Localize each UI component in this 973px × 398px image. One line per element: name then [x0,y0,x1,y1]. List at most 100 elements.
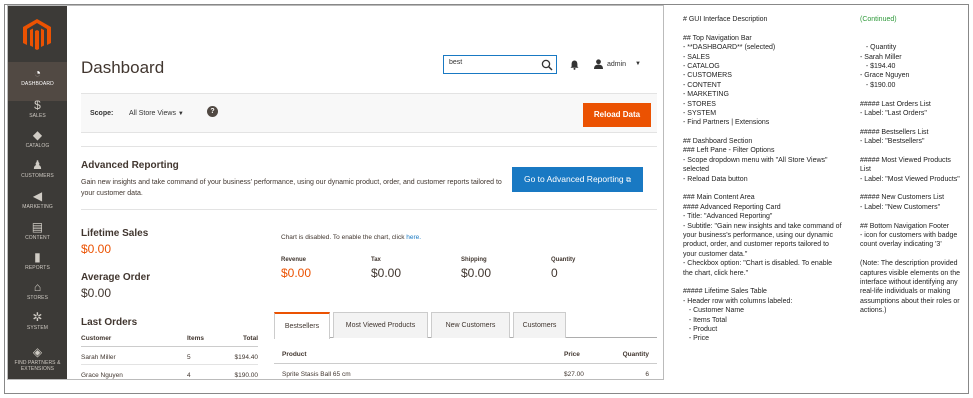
divider [81,146,657,147]
sidebar-item-label: DASHBOARD [21,81,54,87]
description-line [860,212,968,221]
sidebar-item-label: SALES [29,113,46,119]
storefront-icon: ⌂ [33,280,42,294]
description-line [860,24,968,33]
description-line: List [860,166,871,174]
total-value: 0 [551,266,558,280]
scope-bar: Scope: All Store Views ▼ ? Reload Data [81,93,657,133]
bestsellers-table: Product Price Quantity Sprite Stasis Bal… [274,346,657,379]
description-line: - Quantity [860,44,897,52]
admin-app-window: ◔ DASHBOARD $ SALES ◆ CATALOG ♟ CUSTOMERS ◀ MARKE… [7,5,664,380]
megaphone-icon: ◀ [32,189,43,203]
description-line: # GUI Interface Description [683,16,768,23]
description-line: - Find Partners | Extensions [683,119,770,127]
description-line: selected [683,166,710,174]
scope-label: Scope: [90,110,114,117]
description-line [683,184,855,193]
description-line [683,24,855,33]
box-icon: ◈ [32,345,43,359]
user-icon[interactable] [594,59,603,69]
sidebar-item-label: FIND PARTNERS & EXTENSIONS [14,360,61,372]
dollar-icon: $ [34,98,41,112]
table-row[interactable]: Grace Nguyen 4 $190.00 [81,365,258,379]
bar-chart-icon: ▮ [34,250,41,264]
total-label: Tax [371,257,381,263]
description-line [683,128,855,137]
tab-new-customers[interactable]: New Customers [431,312,510,338]
sidebar-item-system[interactable]: ✲ SYSTEM [8,306,67,345]
order-items: 5 [187,354,191,361]
description-line: - CONTENT [683,81,722,89]
description-line: (Note: The description provided [860,260,958,268]
description-line: - SYSTEM [683,109,717,117]
notifications-bell-icon[interactable] [570,60,579,70]
layout-icon: ▤ [31,220,44,234]
average-order-title: Average Order [81,272,151,283]
chevron-down-icon: ▼ [177,111,184,117]
column-header: Customer [81,335,112,342]
search-icon[interactable] [541,59,553,71]
average-order-value: $0.00 [81,286,112,300]
product-quantity: 6 [645,371,649,378]
sidebar-item-find-partners-extensions[interactable]: ◈ FIND PARTNERS & EXTENSIONS [8,341,67,379]
description-line: - $190.00 [860,81,896,89]
tab-bestsellers[interactable]: Bestsellers [274,312,330,339]
description-line: assumptions about their roles or [860,297,960,305]
description-line: your business's performance, using our d… [683,231,833,239]
total-quantity: Quantity 0 [551,257,575,280]
description-line [860,146,968,155]
cube-icon: ◆ [32,128,43,142]
description-line: - icon for customers with badge [860,231,958,239]
description-line: - Scope dropdown menu with "All Store Vi… [683,156,828,164]
global-search-box[interactable] [443,55,557,74]
screenshot-frame: ◔ DASHBOARD $ SALES ◆ CATALOG ♟ CUSTOMERS ◀ MARKE… [0,0,973,398]
tab-most-viewed-products[interactable]: Most Viewed Products [333,312,428,338]
table-row[interactable]: Sarah Miller 5 $194.40 [81,347,258,365]
total-shipping: Shipping $0.00 [461,257,491,280]
description-line: ## Bottom Navigation Footer [860,222,950,230]
table-header-row: Product Price Quantity [274,346,657,364]
description-line: - CUSTOMERS [683,72,732,80]
column-header: Total [242,335,258,342]
total-value: $0.00 [281,266,312,280]
description-line: your customer data." [683,250,748,258]
order-items: 4 [187,372,191,379]
last-orders-title: Last Orders [81,317,138,328]
chart-note-text: Chart is disabled. To enable the chart, … [281,234,407,241]
total-label: Revenue [281,257,307,263]
total-label: Quantity [551,257,576,263]
description-line [860,34,968,43]
search-input[interactable] [449,59,533,66]
table-row[interactable]: Sprite Stasis Ball 65 cm $27.00 6 [274,364,657,379]
reload-data-button[interactable]: Reload Data [583,103,651,127]
last-orders-table: Customer Items Total Sarah Miller 5 $194… [81,333,258,379]
magento-logo-icon[interactable] [22,18,52,52]
advanced-reporting-button[interactable]: Go to Advanced Reporting ⧉ [512,167,643,192]
order-total: $194.40 [234,354,259,361]
dashboard-gauge-icon: ◔ [33,66,42,80]
column-header: Quantity [622,351,649,358]
enable-chart-link[interactable]: here. [406,234,421,241]
sidebar-item-label: CATALOG [25,143,50,149]
description-line: (Continued) [860,16,897,23]
description-line: - Customer Name [683,307,745,315]
external-link-icon: ⧉ [626,177,632,184]
tab-customers[interactable]: Customers [513,312,566,338]
dashboard-tabs: Bestsellers Most Viewed Products New Cus… [274,312,657,339]
description-column-1: # GUI Interface Description ## Top Naviga… [683,15,855,344]
description-line: real-life individuals or making [860,288,951,296]
description-line: count overlay indicating '3' [860,241,942,249]
description-line: actions.) [860,307,887,315]
sidebar: ◔ DASHBOARD $ SALES ◆ CATALOG ♟ CUSTOMERS ◀ MARKE… [8,6,67,379]
description-line: ## Dashboard Section [683,138,753,146]
scope-dropdown[interactable]: All Store Views ▼ [129,110,184,117]
description-line: - Label: "Most Viewed Products" [860,175,960,183]
help-icon[interactable]: ? [207,106,218,117]
description-line: #### Advanced Reporting Card [683,203,781,211]
description-line: - Product [683,325,718,333]
chevron-down-icon[interactable]: ▼ [635,61,641,67]
advanced-reporting-subtitle: Gain new insights and take command of yo… [81,179,502,197]
column-header: Items [187,335,204,342]
description-line: - MARKETING [683,91,729,99]
admin-user-menu[interactable]: admin [607,61,626,68]
